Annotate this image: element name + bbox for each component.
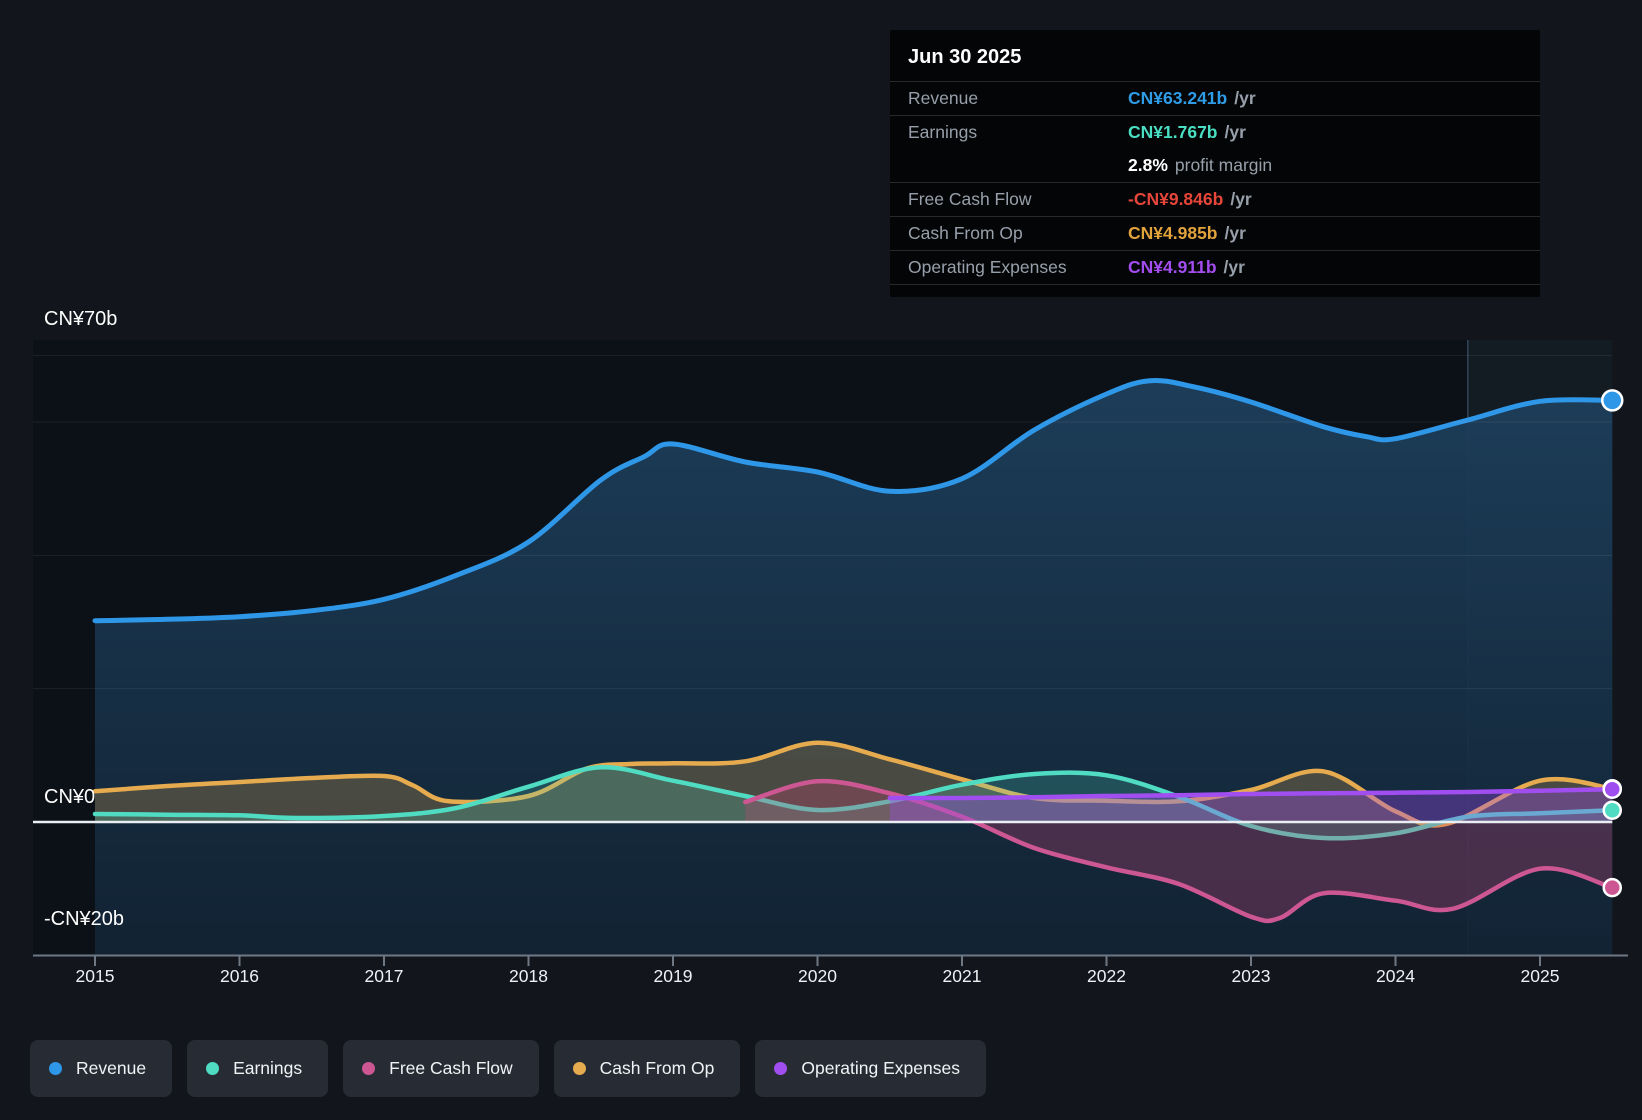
legend-label: Operating Expenses	[801, 1058, 960, 1078]
tooltip-row-label: Free Cash Flow	[908, 189, 1032, 209]
x-axis-label-2019: 2019	[653, 966, 693, 986]
x-axis-label-2016: 2016	[220, 966, 259, 986]
tooltip-rows: Revenue CN¥63.241b/yr Earnings CN¥1.767b/yr…	[890, 81, 1540, 285]
tooltip-row-suffix: /yr	[1223, 257, 1245, 277]
tooltip-row-operating-expenses: Operating Expenses CN¥4.911b/yr	[890, 250, 1540, 284]
tooltip-row-suffix: /yr	[1234, 88, 1256, 108]
tooltip-row-value: 2.8%	[1128, 155, 1168, 175]
x-axis-label-2022: 2022	[1087, 966, 1126, 986]
tooltip-row-value: CN¥63.241b	[1128, 88, 1228, 108]
tooltip-date: Jun 30 2025	[908, 46, 1022, 68]
x-axis-label-2023: 2023	[1231, 966, 1271, 986]
tooltip-row-suffix: /yr	[1224, 223, 1246, 243]
tooltip-row-value: CN¥4.985b	[1128, 223, 1218, 243]
legend-label: Cash From Op	[599, 1058, 715, 1078]
free-cash-flow-end-marker	[1602, 877, 1622, 898]
x-axis-label-2015: 2015	[75, 966, 115, 986]
tooltip-row-value: CN¥4.911b	[1128, 257, 1217, 277]
tooltip-row-label: Earnings	[908, 122, 978, 142]
revenue-dot-icon	[49, 1062, 62, 1075]
x-axis-label-2025: 2025	[1520, 966, 1560, 986]
free-cash-flow-dot-icon	[362, 1062, 376, 1075]
chart-legend: Revenue Earnings Free Cash Flow Cash From O…	[30, 1040, 986, 1097]
tooltip-row-profit-margin: 2.8% profit margin	[890, 149, 1540, 182]
legend-label: Free Cash Flow	[389, 1058, 513, 1078]
y-axis-label-70b: CN¥70b	[44, 308, 118, 330]
tooltip-row-revenue: Revenue CN¥63.241b/yr	[890, 81, 1540, 115]
tooltip-row-suffix: /yr	[1224, 122, 1246, 142]
x-axis-label-2024: 2024	[1376, 966, 1415, 986]
legend-item-free-cash-flow[interactable]: Free Cash Flow	[343, 1040, 539, 1097]
earnings-dot-icon	[206, 1062, 220, 1075]
tooltip-row-suffix: /yr	[1230, 189, 1252, 209]
tooltip-row-value: -CN¥9.846b	[1128, 189, 1224, 209]
tooltip-row-free-cash-flow: Free Cash Flow -CN¥9.846b/yr	[890, 182, 1540, 216]
legend-item-earnings[interactable]: Earnings	[187, 1040, 329, 1097]
legend-label: Earnings	[233, 1058, 303, 1078]
financial-history-chart: CN¥70b CN¥0 -CN¥20b 2015 2016 2017 2018 2019…	[0, 0, 1642, 1120]
tooltip-row-value: CN¥1.767b	[1128, 122, 1218, 142]
tooltip-row-cash-from-op: Cash From Op CN¥4.985b/yr	[890, 216, 1540, 250]
y-axis-label-0: CN¥0	[44, 786, 96, 808]
data-tooltip: Jun 30 2025 Revenue CN¥63.241b/yr Earnings…	[890, 30, 1540, 297]
tooltip-row-earnings: Earnings CN¥1.767b/yr	[890, 115, 1540, 149]
tooltip-row-label: Operating Expenses	[908, 257, 1067, 277]
x-axis-label-2020: 2020	[798, 966, 837, 986]
legend-item-cash-from-op[interactable]: Cash From Op	[553, 1040, 741, 1097]
operating-expenses-end-marker	[1602, 779, 1622, 800]
x-axis-label-2017: 2017	[364, 966, 404, 986]
y-axis-label-neg20b: -CN¥20b	[44, 908, 125, 930]
tooltip-row-label: Revenue	[908, 88, 979, 108]
cash-from-op-dot-icon	[572, 1062, 586, 1075]
revenue-end-marker	[1601, 389, 1624, 412]
x-axis-label-2021: 2021	[942, 966, 982, 986]
tooltip-row-suffix: profit margin	[1174, 155, 1273, 175]
legend-item-revenue[interactable]: Revenue	[30, 1040, 173, 1097]
tooltip-row-label: Cash From Op	[908, 223, 1023, 243]
x-axis-label-2018: 2018	[509, 966, 548, 986]
operating-expenses-dot-icon	[774, 1062, 788, 1075]
legend-item-operating-expenses[interactable]: Operating Expenses	[755, 1040, 986, 1097]
legend-label: Revenue	[76, 1058, 147, 1078]
earnings-end-marker	[1602, 800, 1622, 820]
